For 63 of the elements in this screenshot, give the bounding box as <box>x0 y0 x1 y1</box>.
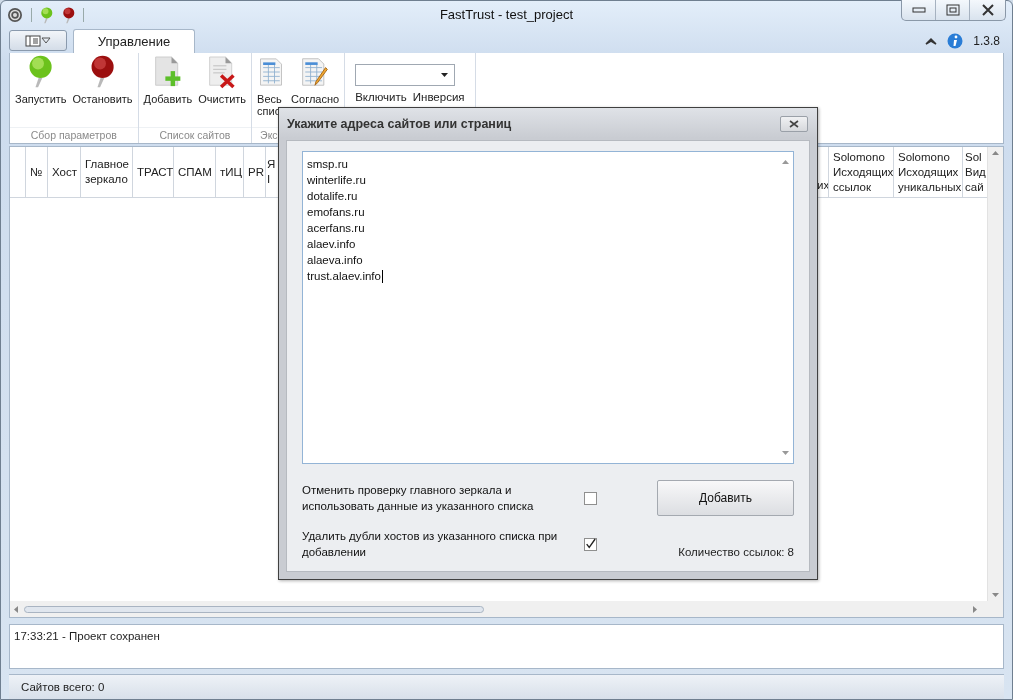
scroll-arrow-icon[interactable] <box>781 160 789 164</box>
scroll-arrow-icon[interactable] <box>781 451 789 455</box>
column-header[interactable]: Sol Вид сай <box>963 147 987 197</box>
chevron-up-icon[interactable] <box>925 36 938 46</box>
column-header[interactable]: Solomono Исходящих ссылок <box>829 147 894 197</box>
scroll-arrow-icon[interactable] <box>992 593 999 597</box>
ribbon-button[interactable]: Остановить <box>71 54 134 105</box>
group-label: Сбор параметров <box>10 127 138 143</box>
ribbon-button[interactable]: Включить <box>355 91 407 103</box>
minimize-icon <box>911 6 926 14</box>
maximize-icon <box>945 4 960 16</box>
caret-icon <box>41 37 51 44</box>
text-line: alaev.info <box>307 237 356 252</box>
close-icon <box>789 120 799 128</box>
app-icon <box>7 7 23 23</box>
checkbox[interactable] <box>584 491 597 505</box>
text-cursor <box>381 269 383 283</box>
text-line: alaeva.info <box>307 253 363 268</box>
column-header[interactable]: Solomono Исходящих уникальных <box>894 147 963 197</box>
column-header[interactable]: Хост <box>48 147 81 197</box>
document-plus-icon <box>152 55 183 89</box>
checkbox-label: Удалить дубли хостов из указанного списка при добавлении <box>302 529 559 560</box>
column-header[interactable]: тИЦ <box>216 147 244 197</box>
ribbon-button[interactable]: Очистить <box>197 54 248 105</box>
text-line: dotalife.ru <box>307 189 358 204</box>
add-button[interactable]: Добавить <box>657 480 794 516</box>
scroll-arrow-icon[interactable] <box>992 151 999 155</box>
column-header[interactable]: ТРАСТ <box>133 147 174 197</box>
ribbon-button[interactable]: Добавить <box>142 54 194 105</box>
column-header[interactable]: № <box>26 147 48 197</box>
ribbon-button[interactable]: Запустить <box>14 54 68 105</box>
column-header[interactable]: Главное зеркало <box>81 147 133 197</box>
dropdown-field[interactable] <box>355 64 456 86</box>
scroll-arrow-icon[interactable] <box>973 605 977 613</box>
panel-icon <box>25 34 41 47</box>
checkbox-label: Отменить проверку главного зеркала и использовать данные из указанного списка <box>302 483 535 514</box>
text-line: emofans.ru <box>307 205 365 220</box>
window-title: FastTrust - test_project <box>439 7 574 22</box>
application-menu-button[interactable] <box>9 30 67 51</box>
column-header[interactable]: СПАМ <box>174 147 216 197</box>
info-icon[interactable] <box>947 33 964 49</box>
checkbox[interactable] <box>584 537 597 551</box>
caret-icon <box>441 73 449 77</box>
text-area[interactable]: smsp.ru winterlife.ru dotalife.ru emofans.ru acerfans.ru alaev.info alaeva.info trust.alaev.info <box>302 151 794 464</box>
text-line: smsp.ru <box>307 157 348 172</box>
ribbon-button[interactable]: Инверсия <box>412 91 465 103</box>
version-label: 1.3.8 <box>973 34 1000 48</box>
ribbon-tab[interactable]: Управление <box>73 29 195 53</box>
pin-icon[interactable] <box>61 6 76 24</box>
ribbon-button[interactable]: Согласно <box>290 54 341 105</box>
group-label: Список сайтов <box>138 127 252 143</box>
scrollbar-thumb[interactable] <box>24 605 484 613</box>
close-button[interactable] <box>780 116 808 132</box>
scroll-arrow-icon[interactable] <box>14 605 18 613</box>
close-icon <box>980 4 995 16</box>
column-header[interactable]: PR <box>244 147 266 197</box>
text-line: trust.alaev.info <box>307 269 381 284</box>
pin-icon <box>27 55 55 89</box>
text-line: winterlife.ru <box>307 173 366 188</box>
status-text: Сайтов всего: 0 <box>21 681 105 693</box>
link-count: Количество ссылок: 8 <box>677 546 794 560</box>
text-line: acerfans.ru <box>307 221 365 236</box>
log-entry: 17:33:21 - Проект сохранен <box>14 630 161 642</box>
